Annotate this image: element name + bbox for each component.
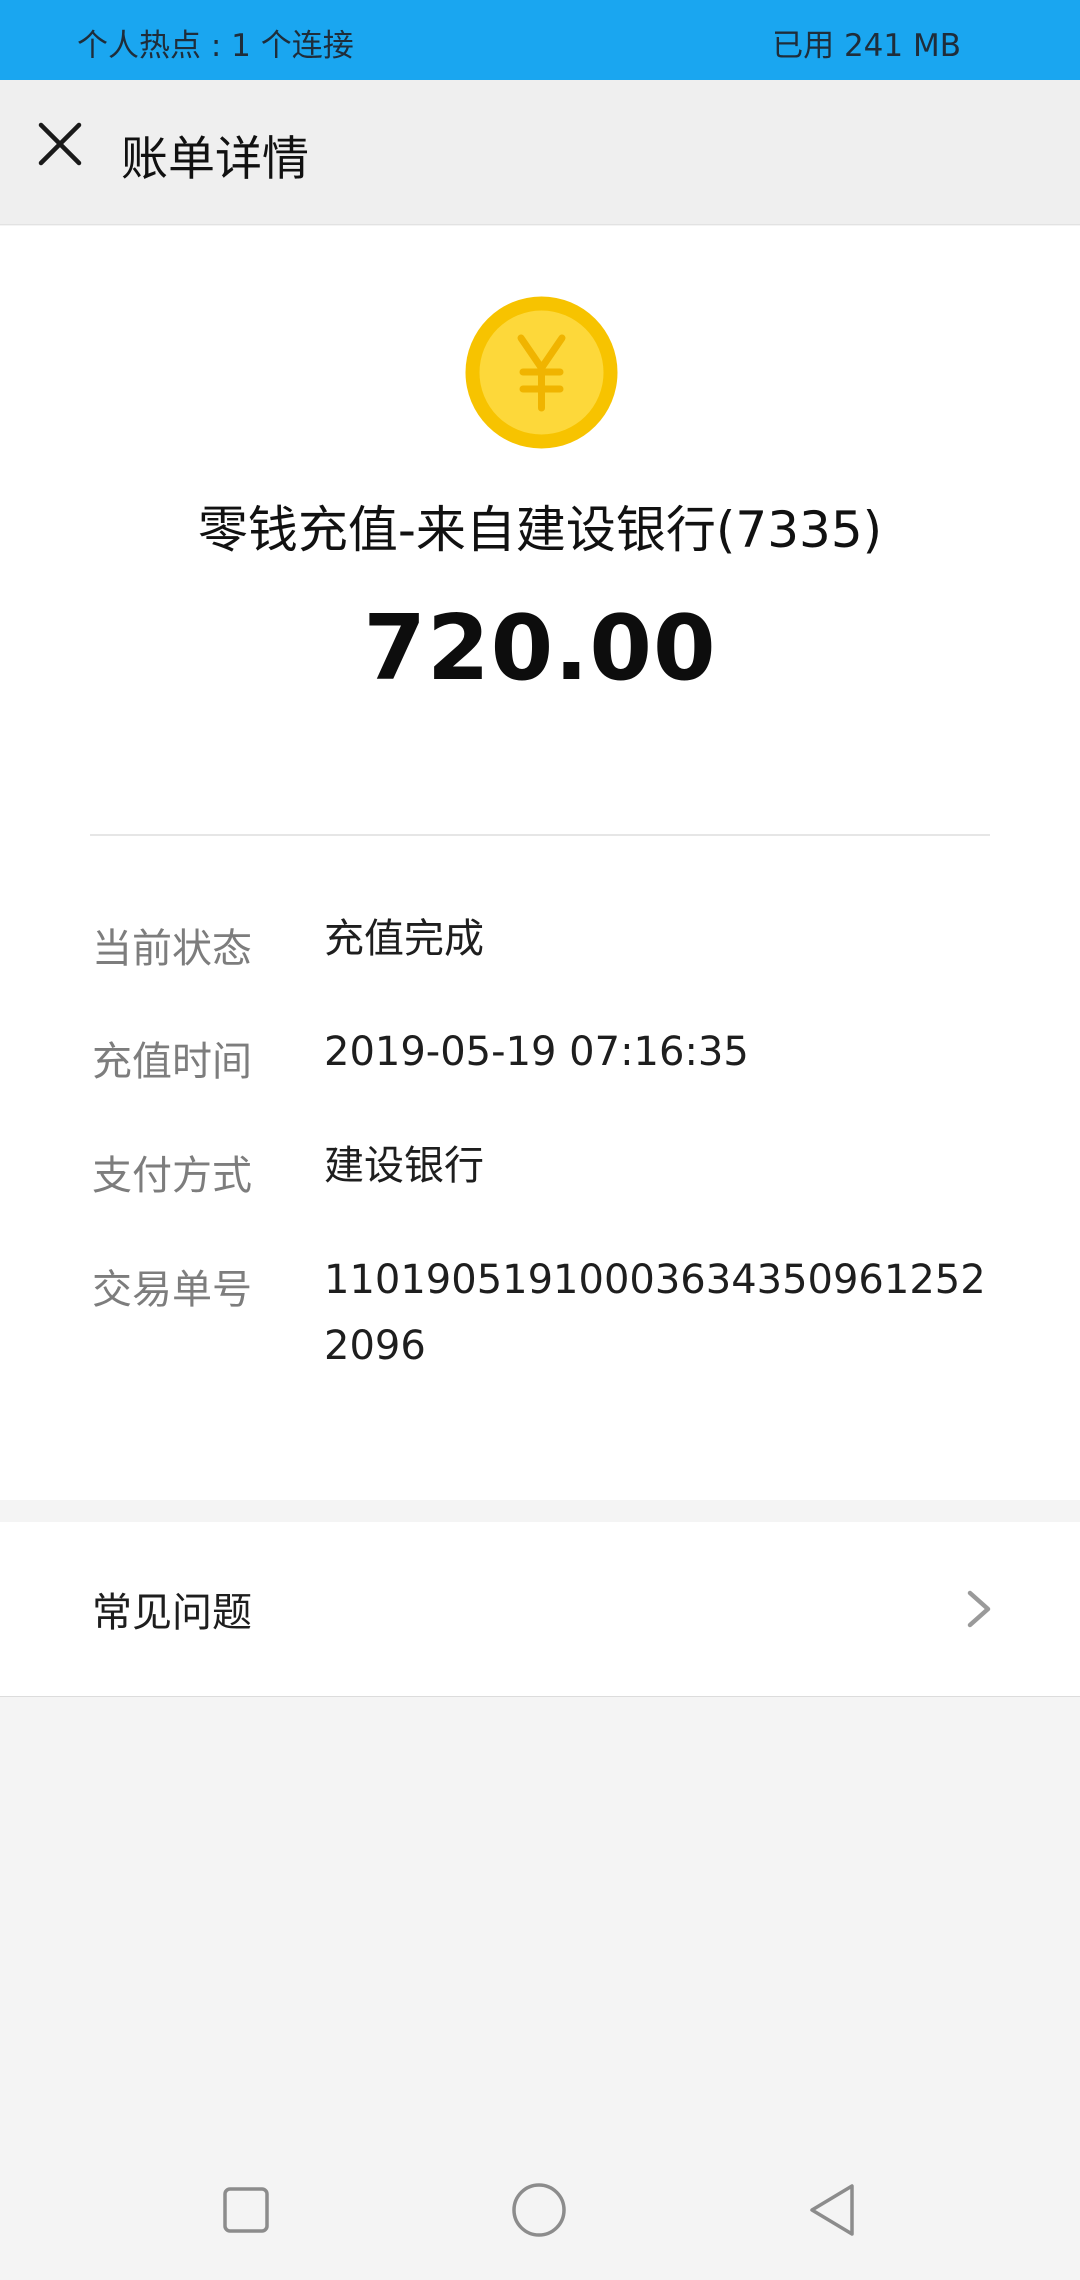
square-recents-icon[interactable] <box>216 2180 276 2240</box>
close-button[interactable] <box>26 110 94 178</box>
detail-label-status: 当前状态 <box>92 926 252 972</box>
app-header: 账单详情 <box>0 80 1080 225</box>
detail-label-transaction-id: 交易单号 <box>92 1267 252 1313</box>
circle-home-icon[interactable] <box>509 2180 569 2240</box>
chevron-right-icon <box>967 1590 991 1628</box>
detail-value-time: 2019-05-19 07:16:35 <box>324 1029 749 1075</box>
transaction-amount: 720.00 <box>363 596 717 701</box>
faq-row[interactable]: 常见问题 <box>0 1522 1080 1697</box>
transaction-title: 零钱充值-来自建设银行(7335) <box>197 501 883 559</box>
system-nav-bar <box>0 2140 1080 2280</box>
divider <box>90 834 990 836</box>
status-bar: 个人热点 : 1 个连接 已用 241 MB <box>0 0 1080 80</box>
page-title: 账单详情 <box>121 132 309 187</box>
detail-label-payment-method: 支付方式 <box>92 1153 252 1199</box>
detail-value-status: 充值完成 <box>324 916 484 962</box>
detail-value-transaction-id: 110190519100036343509612522096 <box>324 1257 986 1369</box>
bill-detail-card: 零钱充值-来自建设银行(7335) 720.00 当前状态 充值完成 充值时间 … <box>0 226 1080 1500</box>
data-usage: 已用 241 MB <box>772 28 961 64</box>
yuan-coin-icon <box>465 296 618 449</box>
hotspot-status: 个人热点 : 1 个连接 <box>77 28 354 64</box>
triangle-back-icon[interactable] <box>802 2180 862 2240</box>
close-icon <box>38 122 82 166</box>
faq-label: 常见问题 <box>92 1590 252 1636</box>
detail-label-time: 充值时间 <box>92 1039 252 1085</box>
detail-value-payment-method: 建设银行 <box>324 1143 484 1189</box>
